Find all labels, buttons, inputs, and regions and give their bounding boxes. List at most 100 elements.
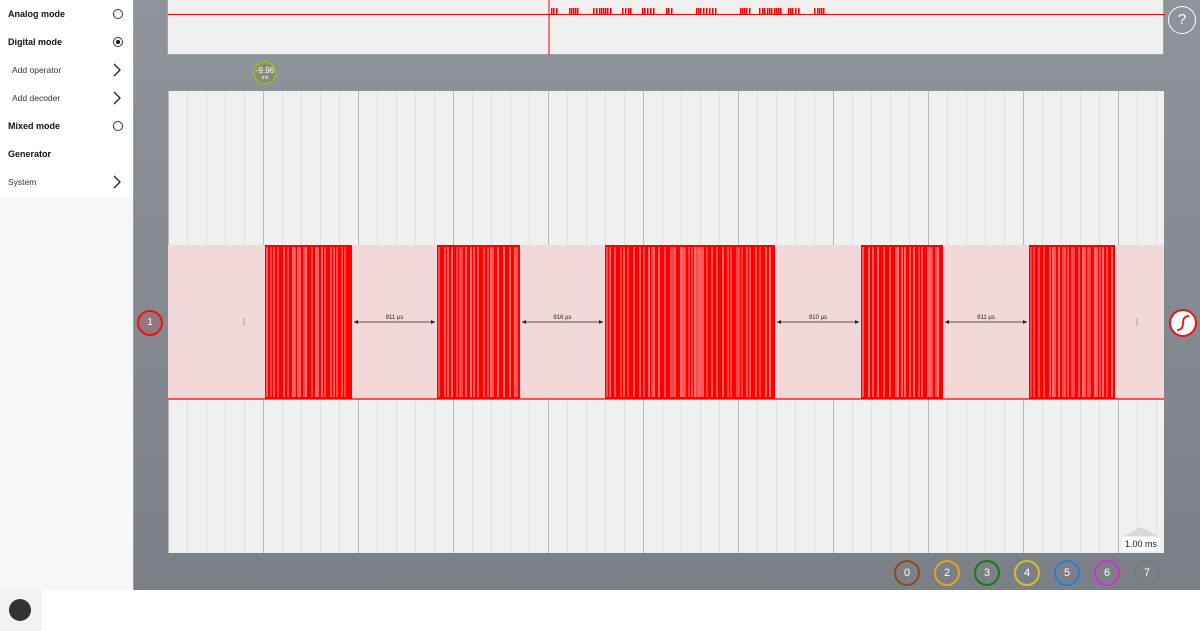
overview-pulse <box>764 8 766 14</box>
channel-offset-marker[interactable]: 1 <box>137 310 163 336</box>
overview-pulse <box>819 8 821 14</box>
menu-mixed-mode[interactable]: Mixed mode <box>0 112 133 140</box>
channel-button-label: 3 <box>983 567 991 579</box>
overview-pulse <box>698 8 700 14</box>
chevron-right-icon <box>113 91 121 105</box>
measurement-label: 910 µs <box>809 315 827 321</box>
radio-off-icon[interactable] <box>113 9 123 19</box>
overview-pulse <box>610 8 612 14</box>
channel-button-4[interactable]: 4 <box>1014 560 1040 586</box>
overview-pulse <box>740 8 742 14</box>
overview-pulse <box>706 8 708 14</box>
overview-pulse <box>666 8 668 14</box>
waveform-canvas: 911 µs 916 µs 910 µs 911 µs <box>168 91 1164 553</box>
menu-system[interactable]: System <box>0 168 133 196</box>
measurement-label: 911 µs <box>977 315 995 321</box>
menu-analog-mode[interactable]: Analog mode <box>0 0 133 28</box>
menu-digital-mode[interactable]: Digital mode <box>0 28 133 56</box>
cursor-unit: ms <box>261 75 269 81</box>
trigger-edge-button[interactable] <box>1169 309 1197 337</box>
overview-pulse <box>767 8 769 14</box>
overview-pulse <box>553 8 555 14</box>
overview-pulse <box>607 8 609 14</box>
measurement-label: 916 µs <box>553 315 571 321</box>
channel-button-3[interactable]: 3 <box>974 560 1000 586</box>
chevron-right-icon <box>113 175 121 189</box>
overview-pulse <box>571 8 573 14</box>
overview-pulse <box>575 8 577 14</box>
timebase-handle-icon[interactable] <box>1124 527 1158 536</box>
overview-pulse <box>700 8 702 14</box>
overview-pulse <box>650 8 652 14</box>
channel-button-label: 5 <box>1063 567 1071 579</box>
time-cursor-handle[interactable]: -9.96 ms <box>253 61 277 85</box>
channel-button-5[interactable]: 5 <box>1054 560 1080 586</box>
overview-pulse <box>647 8 649 14</box>
menu-label: Analog mode <box>8 9 66 19</box>
menu-label: Add decoder <box>12 93 61 103</box>
radio-off-icon[interactable] <box>113 121 123 131</box>
overview-pulse <box>823 8 825 14</box>
overview-pulse <box>780 8 782 14</box>
menu-label: Generator <box>8 149 52 159</box>
overview-pulse <box>817 8 819 14</box>
overview-pulse <box>821 8 823 14</box>
overview-pulse <box>628 8 630 14</box>
overview-pulse <box>795 8 797 14</box>
overview-pulse <box>668 8 670 14</box>
overview-pulse <box>798 8 800 14</box>
overview-pulse <box>642 8 644 14</box>
menu-label: Add operator <box>12 65 62 75</box>
overview-pulse <box>742 8 744 14</box>
overview-pulse <box>644 8 646 14</box>
overview-pulse <box>774 8 776 14</box>
overview-pulse <box>603 8 605 14</box>
overview-pulse <box>653 8 655 14</box>
cursor-value: -9.96 <box>255 66 275 75</box>
settings-icon[interactable] <box>9 599 31 621</box>
menu-generator[interactable]: Generator <box>0 140 133 168</box>
overview-pulse <box>744 8 746 14</box>
waveform-plot[interactable]: 911 µs 916 µs 910 µs 911 µs <box>168 91 1164 553</box>
menu-label: System <box>8 177 37 187</box>
channel-button-label: 4 <box>1023 567 1031 579</box>
overview-pulse <box>746 8 748 14</box>
channel-button-6[interactable]: 6 <box>1094 560 1120 586</box>
overview-pulse <box>788 8 790 14</box>
overview-pulse <box>759 8 761 14</box>
overview-pulse <box>792 8 794 14</box>
overview-pulse <box>551 8 553 14</box>
radio-on-icon[interactable] <box>113 37 123 47</box>
overview-pulse <box>593 8 595 14</box>
channel-button-2[interactable]: 2 <box>934 560 960 586</box>
menu-label: Mixed mode <box>8 121 61 131</box>
timebase-label[interactable]: 1.00 ms <box>1122 537 1160 551</box>
overview-pulse <box>599 8 601 14</box>
channel-button-label: 7 <box>1143 567 1151 579</box>
channel-button-7[interactable]: 7 <box>1134 560 1160 586</box>
sidebar: Analog mode Digital mode Add operator Ad… <box>0 0 134 590</box>
overview-pulse <box>556 8 558 14</box>
overview-pulse <box>762 8 764 14</box>
channel-marker-label: 1 <box>147 317 153 328</box>
channel-button-label: 6 <box>1103 567 1111 579</box>
overview-pulse <box>715 8 717 14</box>
rising-edge-icon <box>1176 315 1190 331</box>
menu-add-decoder[interactable]: Add decoder <box>0 84 133 112</box>
overview-pulse <box>709 8 711 14</box>
overview-pulse <box>771 8 773 14</box>
menu-label: Digital mode <box>8 37 63 47</box>
overview-pulse <box>622 8 624 14</box>
overview-pulse <box>601 8 603 14</box>
overview-pulse <box>596 8 598 14</box>
overview-pulse <box>814 8 816 14</box>
overview-strip[interactable] <box>167 0 1165 55</box>
overview-pulse <box>790 8 792 14</box>
overview-pulse <box>696 8 698 14</box>
channel-button-0[interactable]: 0 <box>894 560 920 586</box>
overview-pulse <box>769 8 771 14</box>
menu-add-operator[interactable]: Add operator <box>0 56 133 84</box>
overview-pulse <box>749 8 751 14</box>
overview-pulse <box>630 8 632 14</box>
help-button[interactable]: ? <box>1168 6 1196 34</box>
